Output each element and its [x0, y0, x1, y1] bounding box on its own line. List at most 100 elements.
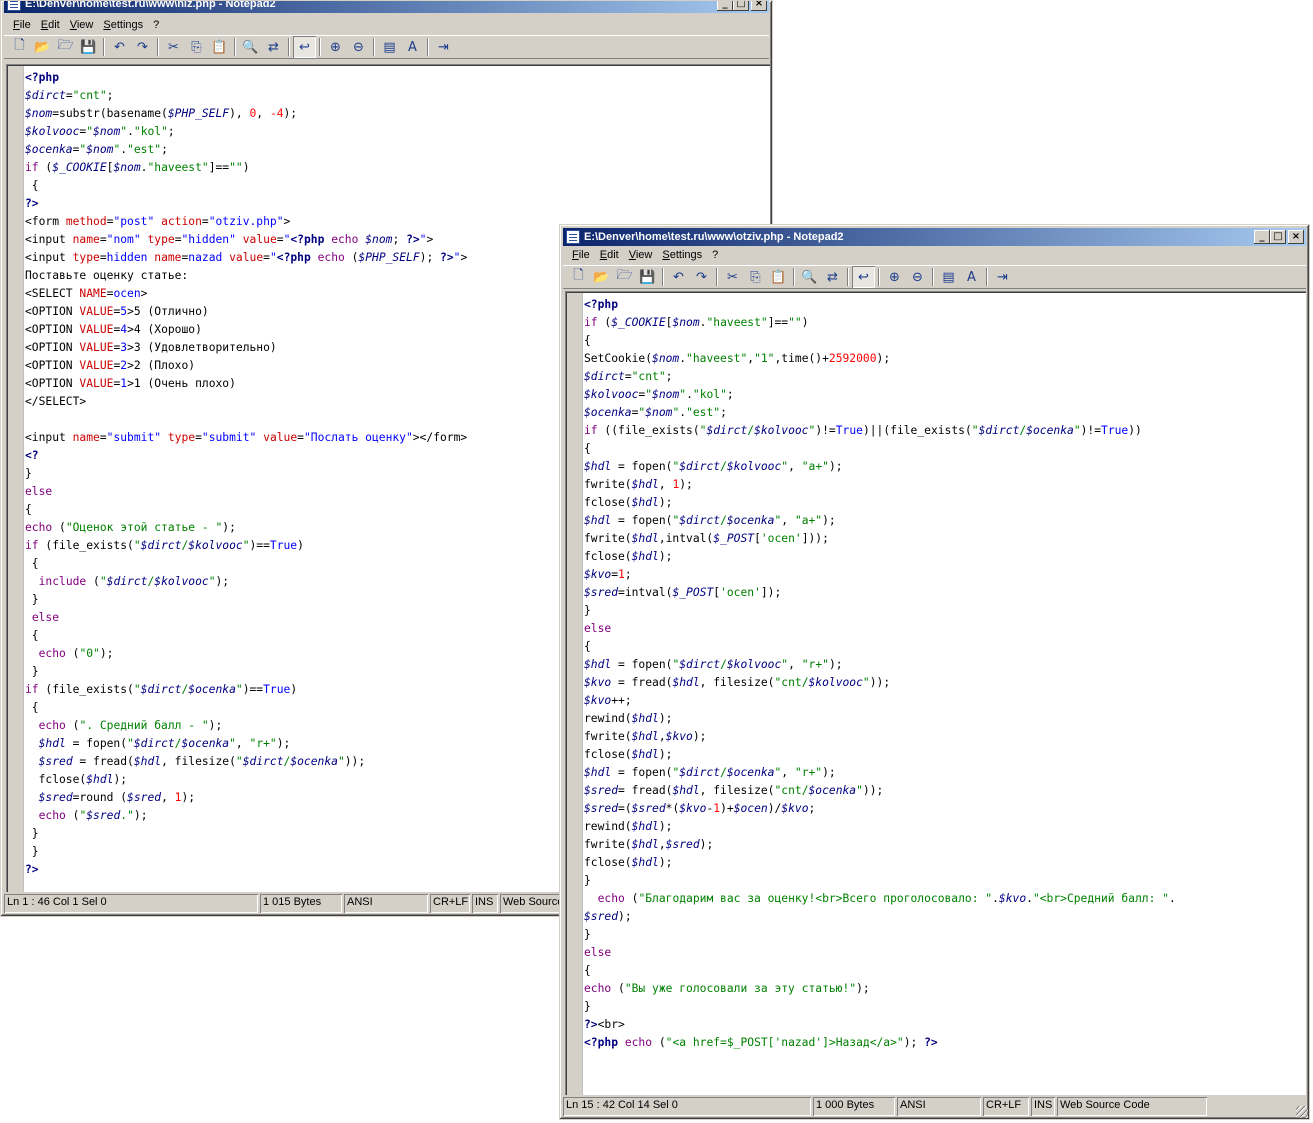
replace-icon[interactable]: ⇄ — [821, 266, 844, 288]
code-token: } — [584, 874, 591, 887]
word-wrap-icon[interactable]: ↩ — [293, 36, 316, 58]
zoom-out-icon[interactable]: ⊖ — [906, 266, 929, 288]
maximize-button[interactable]: □ — [1270, 230, 1286, 244]
menu-view[interactable]: View — [624, 249, 658, 261]
status-scheme[interactable]: Web Source Code — [500, 894, 560, 913]
code-token: ); — [856, 982, 870, 995]
code-token: ); — [215, 575, 230, 588]
title-bar[interactable]: E:\Denver\home\test.ru\www\niz.php - Not… — [4, 1, 769, 13]
code-token: ?> — [25, 197, 39, 210]
menu-help[interactable]: ? — [707, 249, 723, 261]
status-scheme[interactable]: Web Source Code — [1057, 1097, 1207, 1116]
toolbar-separator — [986, 268, 988, 286]
status-eol[interactable]: CR+LF — [983, 1097, 1029, 1116]
code-token: -4 — [269, 107, 284, 120]
minimize-button[interactable]: _ — [1254, 230, 1270, 244]
menu-settings[interactable]: Settings — [657, 249, 707, 261]
code-token: $sred — [584, 802, 619, 815]
zoom-in-icon[interactable]: ⊕ — [883, 266, 906, 288]
scheme-icon[interactable]: ▤ — [378, 36, 401, 58]
open-file-icon[interactable]: 📂 — [590, 266, 613, 288]
status-encoding[interactable]: ANSI — [897, 1097, 981, 1116]
redo-icon[interactable]: ↷ — [690, 266, 713, 288]
code-token: SetCookie( — [584, 352, 653, 365]
minimize-button[interactable]: _ — [717, 1, 733, 11]
title-bar[interactable]: E:\Denver\home\test.ru\www\otziv.php - N… — [563, 228, 1306, 246]
scheme-icon[interactable]: ▤ — [937, 266, 960, 288]
code-token: $ocenka — [181, 737, 230, 750]
browse-icon[interactable]: 🗁 — [54, 36, 77, 58]
status-bar: Ln 15 : 42 Col 14 Sel 0 1 000 Bytes ANSI… — [563, 1097, 1306, 1116]
code-token: echo — [584, 982, 612, 995]
close-button[interactable]: × — [1288, 230, 1304, 244]
menu-edit[interactable]: Edit — [595, 249, 624, 261]
code-token: $ocenka — [25, 143, 73, 156]
find-icon[interactable]: 🔍 — [798, 266, 821, 288]
replace-icon[interactable]: ⇄ — [262, 36, 285, 58]
code-token: ]); — [760, 586, 782, 599]
zoom-in-icon[interactable]: ⊕ — [324, 36, 347, 58]
line-gutter — [8, 66, 24, 892]
menu-view[interactable]: View — [65, 19, 99, 31]
save-icon[interactable]: 💾 — [636, 266, 659, 288]
line-gutter — [567, 293, 583, 1095]
maximize-button[interactable]: □ — [733, 1, 749, 11]
word-wrap-icon[interactable]: ↩ — [852, 266, 875, 288]
find-icon[interactable]: 🔍 — [239, 36, 262, 58]
menu-file[interactable]: File — [8, 19, 36, 31]
menu-file[interactable]: File — [567, 249, 595, 261]
cut-icon[interactable]: ✂ — [162, 36, 185, 58]
open-file-icon[interactable]: 📂 — [31, 36, 54, 58]
code-editor[interactable]: <?php if ($_COOKIE[$nom."haveest"]==""){S… — [565, 291, 1306, 1095]
code-token: " — [971, 424, 979, 437]
menu-settings[interactable]: Settings — [98, 19, 148, 31]
code-token: fwrite( — [584, 478, 632, 491]
close-button[interactable]: × — [751, 1, 767, 11]
save-icon[interactable]: 💾 — [77, 36, 100, 58]
code-line: $kvo++; — [584, 692, 1306, 710]
code-line: fclose($hdl); — [584, 854, 1306, 872]
code-token: "1" — [754, 352, 775, 365]
code-token: ; — [665, 370, 673, 383]
code-token: $hdl — [672, 676, 700, 689]
resize-grip[interactable] — [1296, 1106, 1308, 1118]
code-token: , filesize( — [699, 784, 775, 797]
status-position: Ln 15 : 42 Col 14 Sel 0 — [563, 1097, 811, 1116]
copy-icon[interactable]: ⎘ — [744, 266, 767, 288]
paste-icon[interactable]: 📋 — [208, 36, 231, 58]
zoom-out-icon[interactable]: ⊖ — [347, 36, 370, 58]
menu-help[interactable]: ? — [148, 19, 164, 31]
new-file-icon[interactable]: 🗋 — [567, 266, 590, 288]
code-token: $nom — [86, 143, 114, 156]
copy-icon[interactable]: ⎘ — [185, 36, 208, 58]
browse-icon[interactable]: 🗁 — [613, 266, 636, 288]
code-token: ( — [344, 251, 359, 264]
new-file-icon[interactable]: 🗋 — [8, 36, 31, 58]
font-icon[interactable]: A — [960, 266, 983, 288]
code-token: $hdl — [631, 748, 659, 761]
exit-icon[interactable]: ⇥ — [432, 36, 455, 58]
undo-icon[interactable]: ↶ — [667, 266, 690, 288]
code-token: ); — [692, 730, 707, 743]
status-encoding[interactable]: ANSI — [344, 894, 428, 913]
cut-icon[interactable]: ✂ — [721, 266, 744, 288]
code-token: , — [658, 838, 666, 851]
code-text[interactable]: <?php if ($_COOKIE[$nom."haveest"]==""){S… — [584, 296, 1306, 1052]
notepad-window-otziv[interactable]: E:\Denver\home\test.ru\www\otziv.php - N… — [559, 224, 1310, 1120]
menu-edit[interactable]: Edit — [36, 19, 65, 31]
notepad-app-icon[interactable] — [7, 1, 21, 11]
redo-icon[interactable]: ↷ — [131, 36, 154, 58]
code-token: ; — [167, 125, 175, 138]
paste-icon[interactable]: 📋 — [767, 266, 790, 288]
code-token: $hdl — [631, 496, 659, 509]
code-line: fwrite($hdl,$kvo); — [584, 728, 1306, 746]
font-icon[interactable]: A — [401, 36, 424, 58]
exit-icon[interactable]: ⇥ — [991, 266, 1014, 288]
code-token: rewind( — [584, 712, 632, 725]
notepad-app-icon[interactable] — [566, 230, 580, 244]
status-eol[interactable]: CR+LF — [430, 894, 470, 913]
code-token: ); — [283, 107, 298, 120]
undo-icon[interactable]: ↶ — [108, 36, 131, 58]
